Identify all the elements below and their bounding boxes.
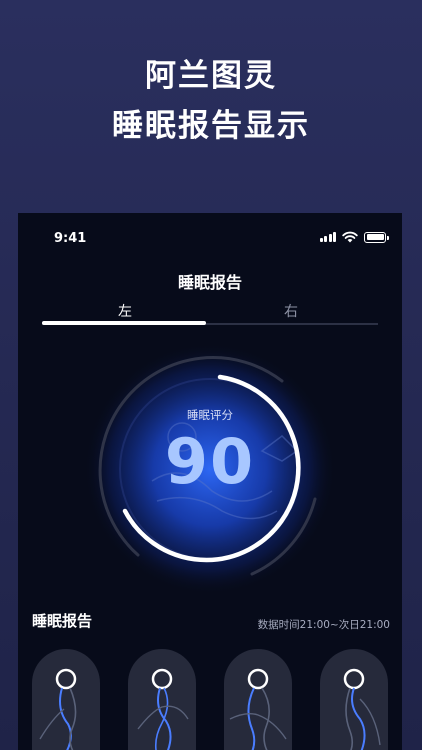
- report-section-title: 睡眠报告: [32, 612, 93, 630]
- phone-screen: 9:41 睡眠报告 左 右 睡眠评分 90 睡眠报告 数据时间21:00~次日2…: [18, 213, 402, 750]
- posture-card[interactable]: [128, 649, 196, 750]
- posture-card[interactable]: [320, 649, 388, 750]
- signal-icon: [319, 232, 336, 242]
- score-value: 90: [164, 425, 256, 498]
- tab-right[interactable]: 右: [208, 301, 374, 321]
- status-time: 9:41: [54, 231, 87, 246]
- tab-left[interactable]: 左: [42, 301, 208, 321]
- score-label: 睡眠评分: [187, 408, 233, 422]
- report-time-range: 数据时间21:00~次日21:00: [257, 619, 390, 631]
- status-icons: [319, 231, 389, 243]
- posture-card[interactable]: [224, 649, 292, 750]
- page-title: 睡眠报告: [177, 273, 242, 292]
- sleep-score-gauge: 睡眠评分 90: [82, 341, 338, 597]
- battery-icon: [364, 231, 389, 243]
- posture-card[interactable]: [32, 649, 100, 750]
- tab-active-indicator: [42, 321, 206, 325]
- sleep-position-cards: [32, 649, 388, 750]
- wifi-icon: [342, 231, 358, 243]
- headline-line1: 阿兰图灵: [145, 58, 277, 94]
- headline-line2: 睡眠报告显示: [112, 108, 310, 144]
